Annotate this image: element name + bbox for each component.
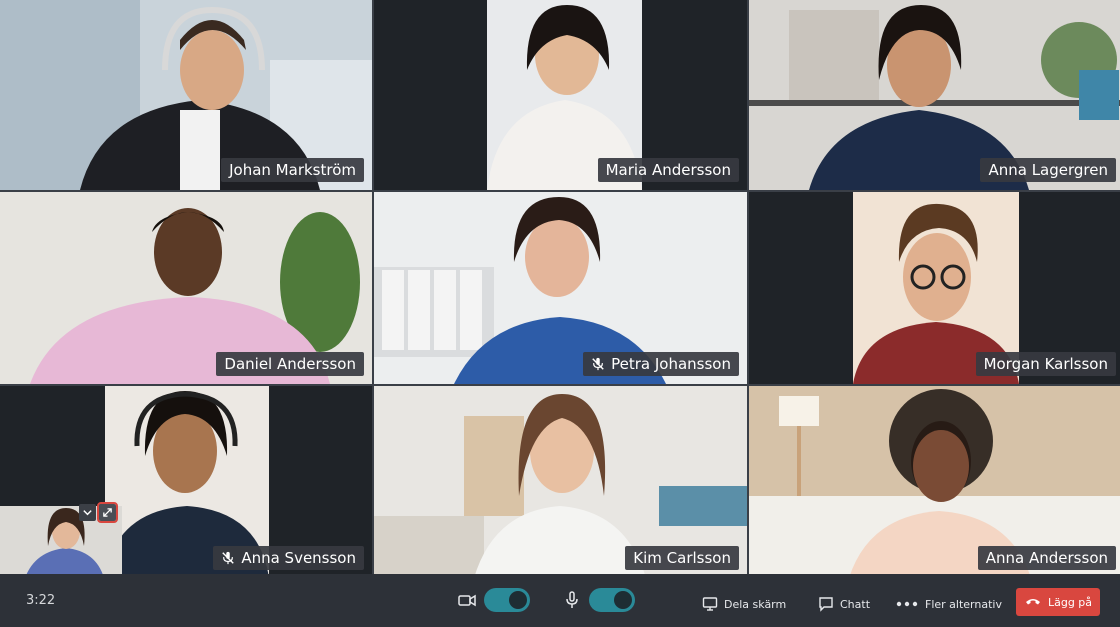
expand-icon	[102, 503, 113, 522]
leave-call-label: Lägg på	[1047, 595, 1093, 609]
more-options-label: Fler alternativ	[925, 597, 1002, 611]
self-view-expand-button[interactable]	[97, 502, 118, 523]
participant-tile[interactable]: Anna Svensson	[0, 386, 372, 578]
participant-tile[interactable]: Johan Markström	[0, 0, 372, 190]
screen-share-icon	[702, 596, 718, 612]
participant-tile[interactable]: Anna Andersson	[749, 386, 1120, 578]
participant-name-tag: Petra Johansson	[583, 352, 739, 376]
self-view-menu-button[interactable]	[79, 504, 96, 521]
camera-control	[458, 588, 530, 612]
video-call-app: Johan Markström Maria Andersson Anna Lag…	[0, 0, 1120, 627]
more-options-button[interactable]: Fler alternativ	[895, 596, 1002, 612]
chat-icon	[818, 596, 834, 612]
participant-tile[interactable]: Anna Lagergren	[749, 0, 1120, 190]
self-view-controls	[79, 502, 118, 523]
participant-name: Anna Andersson	[985, 549, 1108, 567]
participant-name: Kim Carlsson	[633, 549, 731, 567]
participant-name: Johan Markström	[229, 161, 356, 179]
participant-tile-active[interactable]: Daniel Andersson	[0, 192, 372, 384]
leave-call-button[interactable]: Lägg på	[1016, 588, 1100, 616]
share-screen-label: Dela skärm	[724, 597, 787, 611]
microphone-control	[563, 588, 635, 612]
microphone-icon	[563, 591, 581, 609]
participant-tile[interactable]: Maria Andersson	[374, 0, 747, 190]
camera-icon	[458, 591, 476, 609]
call-toolbar: 3:22 Dela skärm Chatt Fler alternativ	[0, 574, 1120, 627]
participant-name-tag: Morgan Karlsson	[975, 352, 1116, 376]
chat-button[interactable]: Chatt	[818, 596, 870, 612]
mic-muted-icon	[591, 357, 605, 371]
chat-label: Chatt	[840, 597, 871, 611]
participant-name: Petra Johansson	[611, 355, 731, 373]
participant-grid: Johan Markström Maria Andersson Anna Lag…	[0, 0, 1120, 578]
participant-name: Anna Svensson	[241, 549, 356, 567]
participant-name-tag: Kim Carlsson	[625, 546, 739, 570]
participant-tile[interactable]: Morgan Karlsson	[749, 192, 1120, 384]
participant-name-tag: Anna Svensson	[213, 546, 364, 570]
participant-name-tag: Anna Andersson	[977, 546, 1116, 570]
participant-name: Morgan Karlsson	[983, 355, 1108, 373]
share-screen-button[interactable]: Dela skärm	[702, 596, 786, 612]
camera-toggle[interactable]	[484, 588, 530, 612]
phone-hangup-icon	[1024, 592, 1042, 613]
mic-muted-icon	[221, 551, 235, 565]
participant-name-tag: Daniel Andersson	[216, 352, 364, 376]
participant-name: Maria Andersson	[605, 161, 731, 179]
chevron-down-icon	[82, 503, 93, 522]
participant-name: Daniel Andersson	[224, 355, 356, 373]
participant-tile[interactable]: Kim Carlsson	[374, 386, 747, 578]
participant-name-tag: Johan Markström	[221, 158, 364, 182]
participant-name-tag: Anna Lagergren	[980, 158, 1116, 182]
participant-name-tag: Maria Andersson	[597, 158, 739, 182]
call-timer: 3:22	[26, 593, 56, 608]
participant-name: Anna Lagergren	[988, 161, 1108, 179]
microphone-toggle[interactable]	[589, 588, 635, 612]
participant-tile[interactable]: Petra Johansson	[374, 192, 747, 384]
more-dots-icon	[895, 596, 919, 612]
